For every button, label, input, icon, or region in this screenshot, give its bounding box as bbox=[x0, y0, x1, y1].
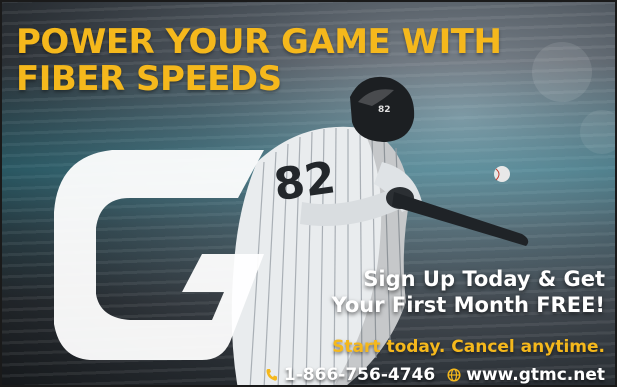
phone-number[interactable]: 1-866-756-4746 bbox=[284, 364, 435, 385]
phone-icon bbox=[266, 369, 277, 381]
offer-line-1: Sign Up Today & Get bbox=[363, 267, 605, 291]
offer-text: Sign Up Today & Get Your First Month FRE… bbox=[332, 266, 605, 318]
headline: POWER YOUR GAME WITH FIBER SPEEDS bbox=[16, 24, 576, 98]
website-link[interactable]: www.gtmc.net bbox=[466, 364, 605, 385]
tagline: Start today. Cancel anytime. bbox=[332, 337, 605, 357]
contact-info: 1-866-756-4746 www.gtmc.net bbox=[265, 364, 605, 385]
advertisement: 82 82 POWER YOUR GAME WITH FIBER SPEEDS … bbox=[0, 0, 617, 387]
headline-line-1: POWER YOUR GAME WITH bbox=[16, 22, 502, 62]
globe-icon bbox=[447, 368, 461, 382]
headline-line-2: FIBER SPEEDS bbox=[16, 59, 282, 99]
offer-line-2: Your First Month FREE! bbox=[331, 293, 605, 317]
